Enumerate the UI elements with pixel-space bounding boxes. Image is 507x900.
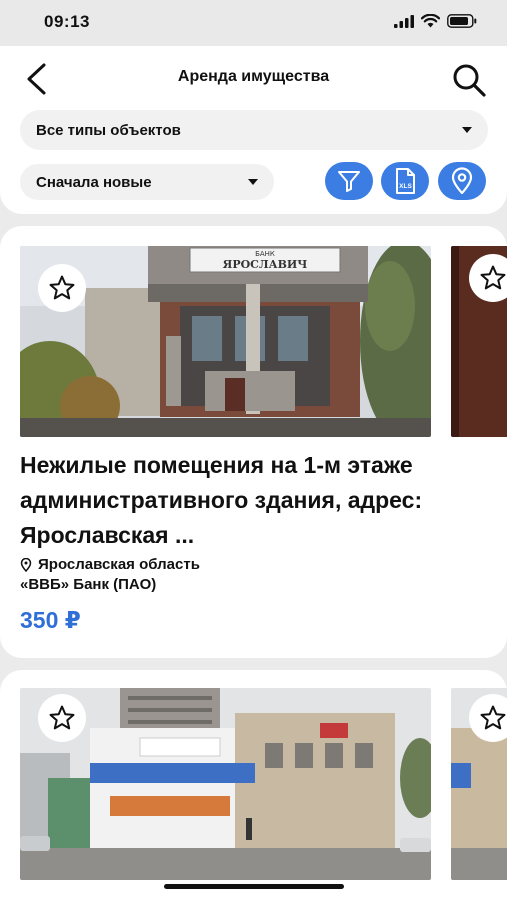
object-type-select-value: Все типы объектов bbox=[36, 121, 181, 139]
battery-icon bbox=[447, 14, 477, 28]
sort-select-value: Сначала новые bbox=[36, 173, 152, 191]
location-pin-icon bbox=[451, 167, 473, 195]
sign-main-text: ЯРОСЛАВИЧ bbox=[223, 258, 308, 271]
home-indicator[interactable] bbox=[164, 884, 344, 889]
star-icon bbox=[480, 705, 506, 730]
listing-organization: «ВВБ» Банк (ПАО) bbox=[20, 576, 157, 593]
favorite-button[interactable] bbox=[38, 264, 86, 312]
header-panel: Аренда имущества Все типы объектов Снача… bbox=[0, 46, 507, 214]
status-bar: 09:13 bbox=[0, 0, 507, 46]
listing-price: 350 ₽ bbox=[20, 607, 81, 633]
listing-region: Ярославская область bbox=[38, 556, 200, 573]
sign-small-text: БАНК bbox=[255, 250, 275, 258]
map-button[interactable] bbox=[438, 162, 486, 200]
star-icon bbox=[49, 705, 75, 730]
star-icon bbox=[480, 265, 506, 290]
star-icon bbox=[49, 275, 75, 300]
listing-card[interactable]: БАНК ЯРОСЛАВИЧ Нежилые помещения на 1-м … bbox=[0, 226, 507, 658]
listing-card[interactable] bbox=[0, 670, 507, 900]
export-xls-button[interactable]: XLS bbox=[381, 162, 429, 200]
page-title: Аренда имущества bbox=[177, 68, 330, 85]
chevron-down-icon bbox=[462, 127, 472, 133]
listing-photo[interactable] bbox=[20, 688, 431, 880]
filter-button[interactable] bbox=[325, 162, 373, 200]
search-icon bbox=[453, 64, 486, 97]
listing-photo-next[interactable] bbox=[451, 688, 507, 880]
wifi-icon bbox=[421, 14, 440, 28]
search-button[interactable] bbox=[449, 60, 489, 100]
status-icons bbox=[394, 14, 477, 28]
listing-photo[interactable]: БАНК ЯРОСЛАВИЧ bbox=[20, 246, 431, 437]
sort-select[interactable]: Сначала новые bbox=[20, 164, 274, 200]
listing-photo-next[interactable] bbox=[451, 246, 507, 437]
listing-location: Ярославская область bbox=[20, 556, 200, 573]
status-time: 09:13 bbox=[44, 12, 90, 31]
xls-file-icon: XLS bbox=[396, 168, 415, 194]
object-type-select[interactable]: Все типы объектов bbox=[20, 110, 488, 150]
location-pin-icon bbox=[20, 557, 32, 572]
xls-label: XLS bbox=[399, 183, 412, 190]
favorite-button[interactable] bbox=[38, 694, 86, 742]
chevron-down-icon bbox=[248, 179, 258, 185]
signal-icon bbox=[394, 14, 414, 28]
listing-title[interactable]: Нежилые помещения на 1-м этаже администр… bbox=[20, 448, 460, 553]
filter-icon bbox=[338, 171, 360, 192]
